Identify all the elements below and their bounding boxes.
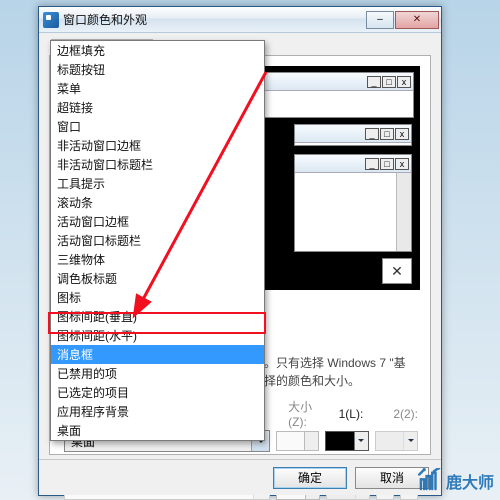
dropdown-option[interactable]: 桌面 xyxy=(51,421,264,440)
chevron-down-icon[interactable] xyxy=(354,432,368,450)
watermark-logo-icon xyxy=(416,468,442,494)
preview-titlebar-2: _ □ x xyxy=(295,125,411,143)
dropdown-option[interactable]: 图标间距(水平) xyxy=(51,326,264,345)
dropdown-option[interactable]: 活动窗口标题栏 xyxy=(51,231,264,250)
preview-close-icon: x xyxy=(397,76,411,88)
dropdown-option[interactable]: 已禁用的项 xyxy=(51,364,264,383)
dropdown-option[interactable]: 非活动窗口边框 xyxy=(51,136,264,155)
dropdown-option[interactable]: 活动窗口边框 xyxy=(51,212,264,231)
item-dropdown-list[interactable]: 边框填充标题按钮菜单超链接窗口非活动窗口边框非活动窗口标题栏工具提示滚动条活动窗… xyxy=(50,40,265,441)
dropdown-option[interactable]: 调色板标题 xyxy=(51,269,264,288)
preview-active-titlebar: _ □ x xyxy=(294,124,412,146)
preview-min-icon: _ xyxy=(367,76,381,88)
close-button[interactable]: ✕ xyxy=(395,11,439,29)
preview-titlebar-1: _ □ x xyxy=(257,73,413,91)
size-z-label: 大小(Z): xyxy=(288,398,324,429)
chevron-down-icon xyxy=(403,432,417,450)
preview-close-icon: x xyxy=(395,128,409,140)
preview-max-icon: □ xyxy=(382,76,396,88)
watermark: 鹿大师 xyxy=(416,468,494,494)
dropdown-option[interactable]: 菜单 xyxy=(51,79,264,98)
preview-max-icon: □ xyxy=(380,158,394,170)
preview-msgbox-x-icon: ✕ xyxy=(383,259,411,283)
dropdown-option[interactable]: 已选定的项目 xyxy=(51,383,264,402)
watermark-text: 鹿大师 xyxy=(446,469,494,493)
dropdown-option[interactable]: 图标间距(垂直) xyxy=(51,307,264,326)
preview-inactive-window: _ □ x xyxy=(256,72,414,118)
preview-client-window: _ □ x xyxy=(294,154,412,252)
dropdown-option[interactable]: 非活动窗口标题栏 xyxy=(51,155,264,174)
size-z-spinner[interactable] xyxy=(276,431,319,451)
dropdown-option[interactable]: 图标 xyxy=(51,288,264,307)
titlebar[interactable]: 窗口颜色和外观 – ✕ xyxy=(39,7,441,33)
dropdown-option[interactable]: 三维物体 xyxy=(51,250,264,269)
dropdown-option[interactable]: 超链接 xyxy=(51,98,264,117)
theme-preview: _ □ x _ □ x _ □ x xyxy=(250,66,420,290)
app-icon xyxy=(43,12,59,28)
dropdown-option[interactable]: 工具提示 xyxy=(51,174,264,193)
preview-min-icon: _ xyxy=(365,128,379,140)
dropdown-option[interactable]: 应用程序背景 xyxy=(51,402,264,421)
dropdown-option[interactable]: 标题按钮 xyxy=(51,60,264,79)
color2-label: 2(2): xyxy=(393,407,418,421)
preview-scrollbar xyxy=(396,173,411,251)
preview-min-icon: _ xyxy=(365,158,379,170)
dropdown-option[interactable]: 滚动条 xyxy=(51,193,264,212)
window-title: 窗口颜色和外观 xyxy=(63,11,365,28)
preview-max-icon: □ xyxy=(380,128,394,140)
dropdown-option[interactable]: 窗口 xyxy=(51,117,264,136)
dialog-footer: 确定 取消 xyxy=(39,459,441,495)
preview-titlebar-3: _ □ x xyxy=(295,155,411,173)
hint-text: 主题。只有选择 Windows 7 "基 处选择的颜色和大小。 xyxy=(240,354,418,390)
color1-label: 1(L): xyxy=(339,407,364,421)
color1-picker[interactable] xyxy=(325,431,368,451)
preview-close-icon: x xyxy=(395,158,409,170)
color2-picker xyxy=(375,431,418,451)
minimize-button[interactable]: – xyxy=(366,11,394,29)
dropdown-option[interactable]: 边框填充 xyxy=(51,41,264,60)
dropdown-option[interactable]: 消息框 xyxy=(51,345,264,364)
ok-button[interactable]: 确定 xyxy=(273,467,347,489)
preview-msgbox: ✕ xyxy=(382,258,412,284)
